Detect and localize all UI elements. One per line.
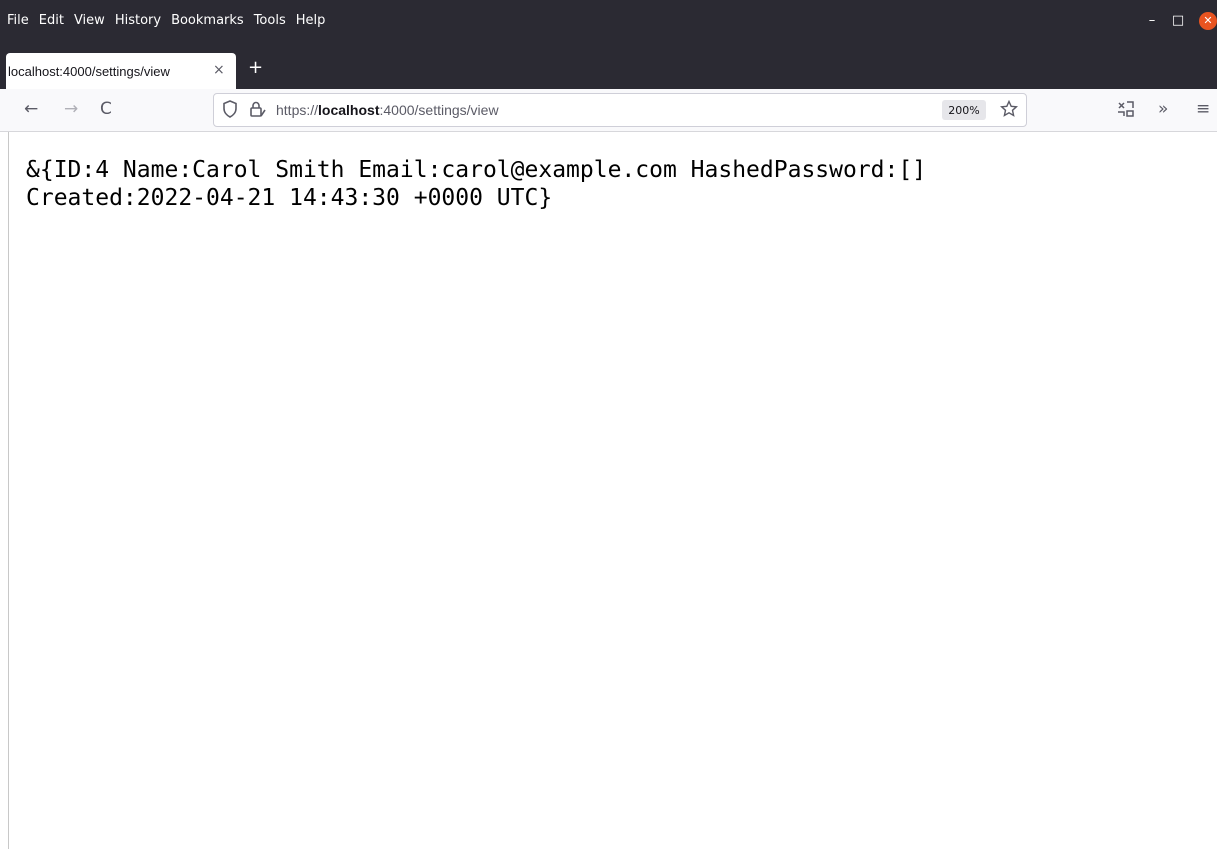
zoom-level-badge[interactable]: 200%: [942, 100, 986, 120]
menu-view[interactable]: View: [73, 13, 106, 28]
overflow-menu-button[interactable]: »: [1158, 99, 1168, 119]
maximize-button[interactable]: □: [1165, 0, 1191, 41]
navigation-bar: ← → C https://localhost:4000/settings/vi…: [0, 89, 1217, 132]
url-bar[interactable]: https://localhost:4000/settings/view 200…: [213, 93, 1027, 127]
menu-history[interactable]: History: [114, 13, 162, 28]
extension-icon[interactable]: [1116, 100, 1136, 123]
menu-help[interactable]: Help: [295, 13, 327, 28]
menu-items: File Edit View History Bookmarks Tools H…: [6, 0, 334, 41]
url-text[interactable]: https://localhost:4000/settings/view: [276, 102, 499, 118]
tab-strip: localhost:4000/settings/view × +: [0, 41, 1217, 89]
struct-dump-text: &{ID:4 Name:Carol Smith Email:carol@exam…: [26, 156, 926, 212]
lock-icon[interactable]: [248, 100, 266, 122]
menu-file[interactable]: File: [6, 13, 30, 28]
struct-dump-line-2: Created:2022-04-21 14:43:30 +0000 UTC}: [26, 185, 553, 211]
struct-dump-line-1: &{ID:4 Name:Carol Smith Email:carol@exam…: [26, 157, 927, 183]
menu-edit[interactable]: Edit: [38, 13, 65, 28]
content-left-border: [8, 132, 9, 849]
shield-icon[interactable]: [222, 100, 238, 122]
menu-bookmarks[interactable]: Bookmarks: [170, 13, 245, 28]
tab-active[interactable]: localhost:4000/settings/view ×: [6, 53, 236, 89]
tab-title: localhost:4000/settings/view: [8, 63, 170, 79]
minimize-button[interactable]: –: [1139, 0, 1165, 41]
close-icon: ✕: [1199, 11, 1217, 30]
window-controls: – □ ✕: [1139, 0, 1217, 41]
close-window-button[interactable]: ✕: [1191, 0, 1217, 41]
page-content: &{ID:4 Name:Carol Smith Email:carol@exam…: [0, 132, 1217, 849]
reload-button[interactable]: C: [100, 99, 112, 119]
new-tab-button[interactable]: +: [248, 57, 263, 78]
app-menu-button[interactable]: ≡: [1196, 99, 1210, 119]
star-icon[interactable]: [999, 99, 1019, 122]
back-button[interactable]: ←: [24, 99, 38, 119]
forward-button[interactable]: →: [64, 99, 78, 119]
tab-close-button[interactable]: ×: [213, 62, 225, 78]
menu-bar: File Edit View History Bookmarks Tools H…: [0, 0, 1217, 41]
menu-tools[interactable]: Tools: [253, 13, 287, 28]
